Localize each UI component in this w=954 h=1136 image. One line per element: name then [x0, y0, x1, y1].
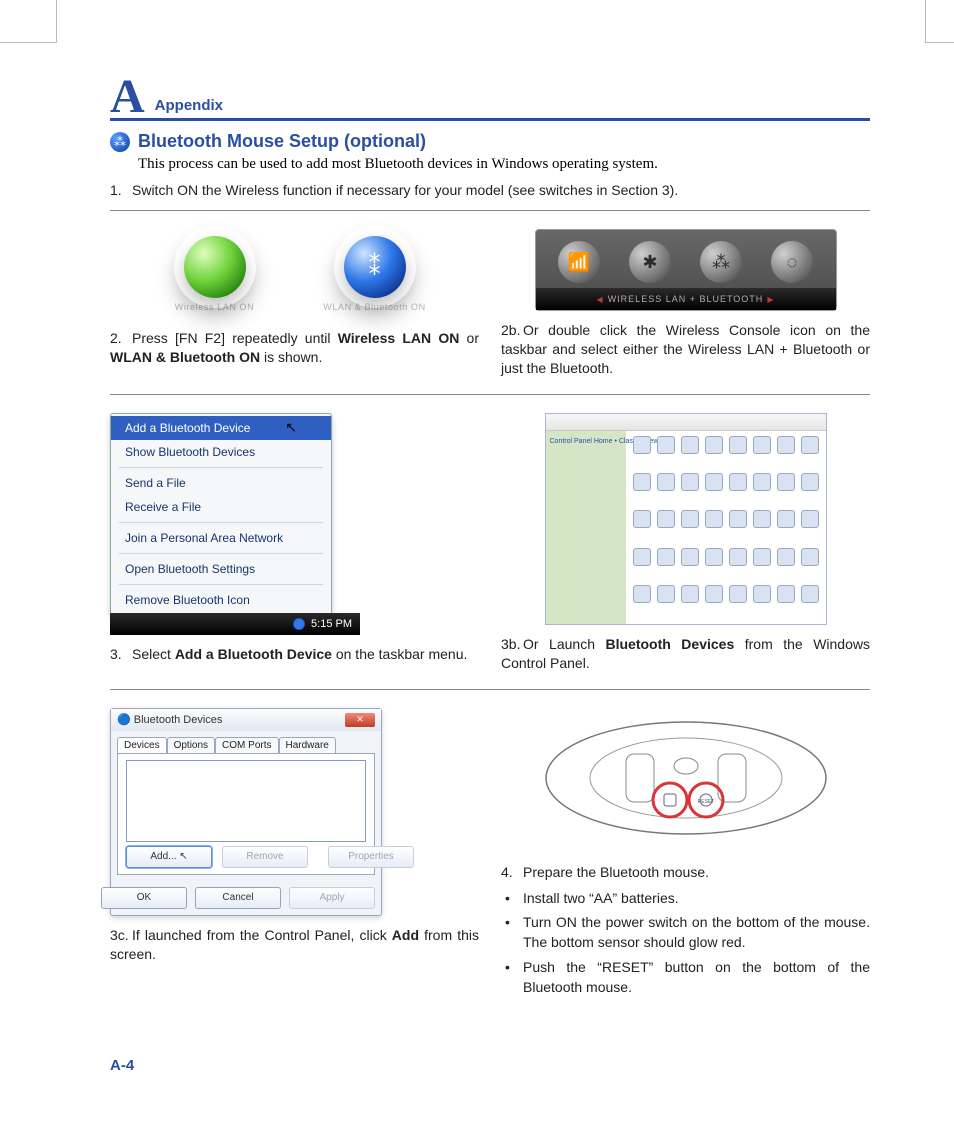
- page-number: A-4: [110, 1057, 134, 1074]
- tab-hw[interactable]: Hardware: [279, 737, 336, 753]
- step-2b: 2b.Or double click the Wireless Console …: [501, 321, 870, 378]
- step-3: 3.Select Add a Bluetooth Device on the t…: [110, 645, 479, 664]
- step-3b: 3b.Or Launch Bluetooth Devices from the …: [501, 635, 870, 673]
- cancel-button[interactable]: Cancel: [195, 887, 281, 909]
- taskbar-tray: 5:15 PM: [110, 613, 360, 635]
- step-4-b: Turn ON the power switch on the bottom o…: [501, 912, 870, 953]
- control-panel: Control Panel Home • Classic View: [545, 413, 827, 625]
- tray-bt-icon[interactable]: [293, 618, 305, 630]
- appendix-letter: A: [110, 78, 145, 116]
- ok-button[interactable]: OK: [101, 887, 187, 909]
- bt-only-icon: ⁂: [700, 241, 742, 283]
- section-intro: This process can be used to add most Blu…: [138, 156, 870, 173]
- tab-com[interactable]: COM Ports: [215, 737, 278, 753]
- menu-show-bt[interactable]: Show Bluetooth Devices: [111, 440, 331, 464]
- properties-button[interactable]: Properties: [328, 846, 414, 868]
- svg-text:RESET: RESET: [697, 799, 714, 805]
- tab-options[interactable]: Options: [167, 737, 215, 753]
- menu-pan[interactable]: Join a Personal Area Network: [111, 526, 331, 550]
- menu-remove[interactable]: Remove Bluetooth Icon: [111, 588, 331, 612]
- off-icon: ◌: [771, 241, 813, 283]
- wifi-bt-icon: ✱: [629, 241, 671, 283]
- wireless-console: 📶 ✱ ⁂ ◌ WIRELESS LAN + BLUETOOTH: [535, 229, 837, 311]
- wifi-icon: 📶: [558, 241, 600, 283]
- menu-open[interactable]: Open Bluetooth Settings: [111, 557, 331, 581]
- step-4: 4.Prepare the Bluetooth mouse.: [501, 863, 870, 882]
- step-4-c: Push the “RESET” button on the bottom of…: [501, 957, 870, 998]
- step-3c: 3c.If launched from the Control Panel, c…: [110, 926, 479, 964]
- tab-devices[interactable]: Devices: [117, 737, 167, 753]
- section-title: Bluetooth Mouse Setup (optional): [138, 131, 426, 152]
- menu-add-bt[interactable]: Add a Bluetooth Device: [111, 416, 331, 440]
- step-2: 2.Press [FN F2] repeatedly until Wireles…: [110, 329, 479, 367]
- bluetooth-devices-dialog: 🔵 Bluetooth Devices✕ Devices Options COM…: [110, 708, 382, 916]
- bluetooth-icon: ⁂: [110, 132, 130, 152]
- mouse-diagram: RESET: [536, 708, 836, 853]
- step-4-a: Install two “AA” batteries.: [501, 888, 870, 908]
- taskbar-menu: Add a Bluetooth Device Show Bluetooth De…: [110, 413, 360, 635]
- menu-recv[interactable]: Receive a File: [111, 495, 331, 519]
- osd-icons: Wireless LAN ON ⁑WLAN & Bluetooth ON: [130, 229, 460, 319]
- apply-button[interactable]: Apply: [289, 887, 375, 909]
- close-icon[interactable]: ✕: [345, 713, 375, 727]
- remove-button[interactable]: Remove: [222, 846, 308, 868]
- step-1: 1.Switch ON the Wireless function if nec…: [110, 181, 870, 200]
- menu-send[interactable]: Send a File: [111, 471, 331, 495]
- add-button[interactable]: Add... ↖: [126, 846, 212, 868]
- appendix-label: Appendix: [155, 97, 223, 114]
